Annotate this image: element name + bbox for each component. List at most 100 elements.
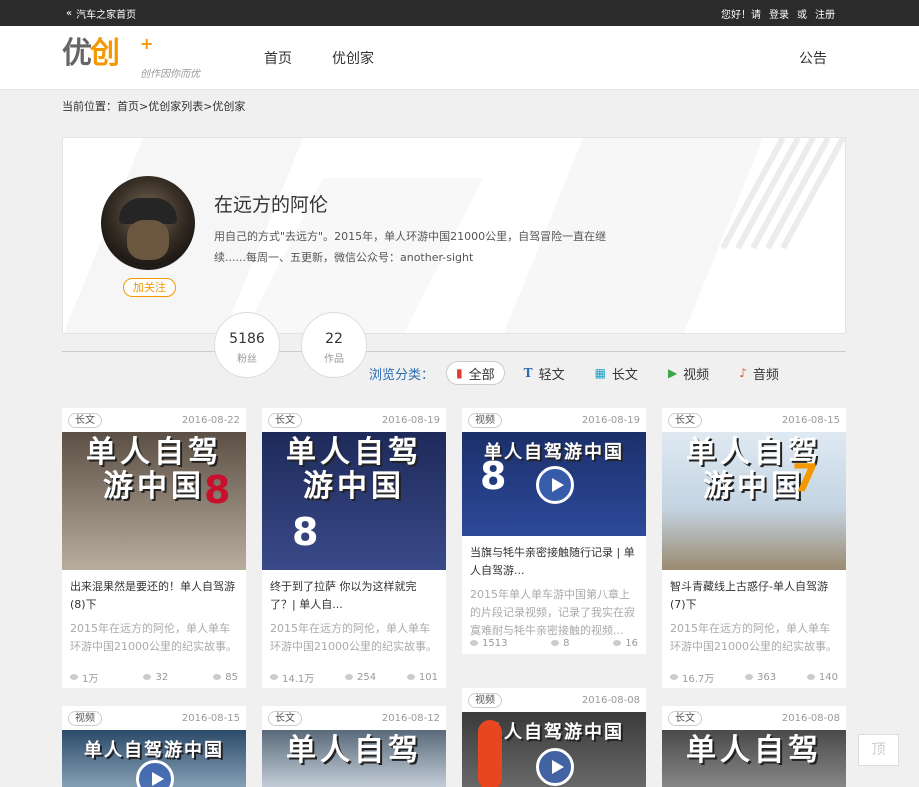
register-link[interactable]: 注册	[815, 6, 835, 21]
card-type-tag: 长文	[668, 412, 702, 428]
works-stat[interactable]: 22 作品	[301, 312, 367, 378]
filter-long-text[interactable]: ▦ 长文	[584, 361, 649, 385]
card-date: 2016-08-15	[781, 414, 840, 426]
filter-label: 浏览分类：	[369, 368, 435, 383]
views-stat: 1万	[70, 670, 98, 685]
views-stat: 1513	[470, 638, 507, 649]
card-type-tag: 长文	[268, 412, 302, 428]
card-thumbnail[interactable]: 单人自驾 游中国 8	[262, 432, 446, 570]
card-thumbnail[interactable]: 单人自驾游中国 8	[462, 432, 646, 536]
nav-home[interactable]: 首页	[264, 48, 292, 68]
filter-audio[interactable]: ♪ 音频	[728, 361, 790, 385]
card-description: 2015年单人单车游中国第八章上的片段记录视频，记录了我实在寂寞难耐与牦牛亲密接…	[470, 588, 635, 637]
home-link-label: 汽车之家首页	[76, 9, 137, 21]
home-link[interactable]: « 汽车之家首页	[66, 6, 136, 21]
thumb-title: 单人自驾	[686, 733, 822, 768]
card-title[interactable]: 当旗与牦牛亲密接触随行记录 | 单人自驾游...	[462, 536, 646, 580]
eye-icon	[70, 674, 78, 680]
double-chevron-left-icon: «	[66, 7, 73, 19]
greeting-text: 您好！请	[721, 9, 761, 21]
card-type-tag: 视频	[468, 412, 502, 428]
works-label: 作品	[324, 354, 344, 365]
card-type-tag: 视频	[68, 710, 102, 726]
filter-video[interactable]: ▶ 视频	[657, 361, 720, 385]
card-date: 2016-08-08	[581, 694, 640, 706]
article-card[interactable]: 长文 2016-08-08 单人自驾	[662, 706, 846, 787]
thumbs-up-icon	[213, 674, 222, 680]
login-link[interactable]: 登录	[769, 6, 789, 21]
article-card[interactable]: 长文 2016-08-19 单人自驾 游中国 8 终于到了拉萨 你以为这样就完了？…	[262, 408, 446, 688]
play-button-icon[interactable]	[536, 748, 574, 786]
likes-stat: 101	[406, 672, 438, 683]
likes-stat: 16	[613, 638, 638, 649]
top-bar: « 汽车之家首页 您好！请 登录 或 注册	[0, 0, 919, 26]
card-description: 2015年在远方的阿伦，单人单车环游中国21000公里的纪实故事。	[670, 622, 837, 653]
thumb-episode-number: 8	[292, 510, 319, 554]
eye-icon	[270, 674, 278, 680]
thumbs-up-icon	[406, 674, 415, 680]
thumb-episode-number: 8	[480, 454, 507, 498]
card-title[interactable]: 出来混果然是要还的！单人自驾游(8)下	[62, 570, 246, 614]
card-date: 2016-08-19	[381, 414, 440, 426]
site-logo[interactable]: 优创 + 创作因你而优	[62, 34, 202, 80]
comments-stat: 254	[345, 672, 376, 683]
profile-panel: 加关注 在远方的阿伦 用自己的方式"去远方"。2015年，单人环游中国21000…	[62, 137, 846, 334]
follow-button[interactable]: 加关注	[123, 278, 176, 297]
site-header: 优创 + 创作因你而优 首页 优创家 公告	[0, 26, 919, 90]
filter-short-text[interactable]: T 轻文	[513, 361, 576, 385]
nav-notice[interactable]: 公告	[799, 48, 827, 68]
likes-stat: 85	[213, 672, 238, 683]
filter-all[interactable]: ▮ 全部	[446, 361, 505, 385]
card-date: 2016-08-08	[781, 712, 840, 724]
card-thumbnail[interactable]: 单人自驾游中国	[62, 730, 246, 787]
fans-label: 粉丝	[237, 354, 257, 365]
card-thumbnail[interactable]: 单人自驾	[662, 730, 846, 787]
card-type-tag: 长文	[268, 710, 302, 726]
article-card[interactable]: 长文 2016-08-22 单人自驾 游中国 8 出来混果然是要还的！单人自驾游(…	[62, 408, 246, 688]
video-card[interactable]: 视频 2016-08-19 单人自驾游中国 8 当旗与牦牛亲密接触随行记录 | 单…	[462, 408, 646, 654]
comment-icon	[345, 674, 354, 680]
bookmark-icon: ▮	[456, 366, 463, 380]
comments-stat: 363	[745, 672, 776, 683]
filter-long-text-label: 长文	[611, 367, 638, 383]
card-description: 2015年在远方的阿伦，单人单车环游中国21000公里的纪实故事。	[70, 622, 237, 653]
card-title[interactable]: 终于到了拉萨 你以为这样就完了？| 单人自...	[262, 570, 446, 614]
logo-plus-icon: +	[140, 34, 154, 53]
card-thumbnail[interactable]: 单人自驾	[262, 730, 446, 787]
avatar-face	[127, 220, 169, 260]
video-card[interactable]: 视频 2016-08-15 单人自驾游中国	[62, 706, 246, 787]
card-date: 2016-08-19	[581, 414, 640, 426]
card-type-tag: 视频	[468, 692, 502, 708]
or-text: 或	[797, 9, 807, 21]
thumb-title: 单人自驾	[286, 435, 422, 470]
comments-stat: 32	[143, 672, 168, 683]
article-card[interactable]: 长文 2016-08-12 单人自驾	[262, 706, 446, 787]
filter-audio-label: 音频	[752, 367, 779, 383]
play-button-icon[interactable]	[536, 466, 574, 504]
thumb-title-2: 游中国	[303, 469, 405, 504]
thumb-title: 单人自驾	[286, 733, 422, 768]
article-card[interactable]: 长文 2016-08-15 单人自驾 游中国 7 智斗青藏线上古惑仔-单人自驾游(…	[662, 408, 846, 688]
music-note-icon: ♪	[739, 366, 747, 380]
text-t-icon: T	[523, 366, 533, 380]
card-thumbnail[interactable]: 单人自驾游中国	[462, 712, 646, 787]
card-thumbnail[interactable]: 单人自驾 游中国 7	[662, 432, 846, 570]
thumbs-up-icon	[613, 640, 622, 646]
back-to-top-button[interactable]: 顶	[858, 734, 899, 766]
card-title[interactable]: 智斗青藏线上古惑仔-单人自驾游(7)下	[662, 570, 846, 614]
breadcrumb: 当前位置：首页>优创家列表>优创家	[62, 100, 246, 113]
thumb-episode-number: 8	[204, 468, 231, 512]
video-card[interactable]: 视频 2016-08-08 单人自驾游中国	[462, 688, 646, 787]
fans-stat[interactable]: 5186 粉丝	[214, 312, 280, 378]
thumb-number-badge	[478, 720, 502, 787]
profile-description: 用自己的方式"去远方"。2015年，单人环游中国21000公里，自驾冒险一直在继…	[214, 230, 607, 264]
avatar	[101, 176, 195, 270]
card-description: 2015年在远方的阿伦，单人单车环游中国21000公里的纪实故事。	[270, 622, 437, 653]
eye-icon	[470, 640, 478, 646]
eye-icon	[670, 674, 678, 680]
nav-creators[interactable]: 优创家	[332, 48, 374, 68]
document-icon: ▦	[594, 366, 606, 380]
filter-short-text-label: 轻文	[538, 367, 565, 383]
card-thumbnail[interactable]: 单人自驾 游中国 8	[62, 432, 246, 570]
profile-name: 在远方的阿伦	[214, 194, 329, 216]
